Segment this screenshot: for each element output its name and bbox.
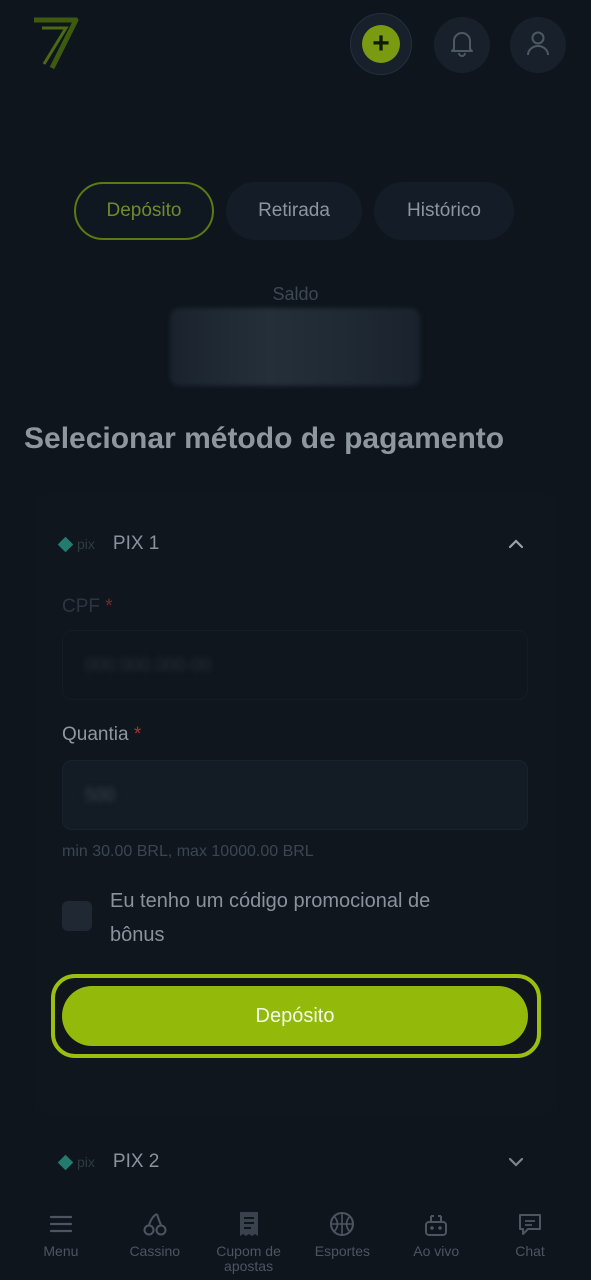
nav-label: Esportes [314,1243,371,1259]
chevron-up-icon[interactable] [504,532,528,556]
nav-label: Cassino [129,1243,181,1259]
promo-code-checkbox[interactable] [62,901,92,931]
cherries-icon [141,1210,169,1238]
tab-historico[interactable]: Histórico [374,182,514,240]
notifications-button[interactable] [434,17,490,73]
cpf-label: CPF * [62,596,113,617]
nav-item-cupom-de-apostas[interactable]: Cupom de apostas [204,1196,294,1274]
deposit-button[interactable]: Depósito [62,986,528,1046]
tab-deposito[interactable]: Depósito [74,182,214,240]
transaction-tabs: Depósito Retirada Histórico [74,182,514,240]
amount-label: Quantia * [62,724,142,745]
cpf-value: 000.000.000-00 [85,654,212,675]
payment-method-pix1[interactable]: pix PIX 1 [57,524,160,564]
balance-value-obscured [170,308,420,386]
nav-label: Menu [43,1243,79,1259]
nav-label: Chat [515,1243,545,1259]
method-name: PIX 2 [112,1151,160,1172]
payment-method-pix2[interactable]: pix PIX 2 [57,1142,160,1182]
method-name: PIX 1 [112,533,160,554]
amount-field[interactable]: 500 [62,760,528,830]
nav-item-chat[interactable]: Chat [485,1196,575,1259]
balance-label: Saldo [272,284,319,304]
user-icon [525,29,551,62]
page-title: Selecionar método de pagamento [24,422,505,455]
tab-retirada[interactable]: Retirada [226,182,362,240]
top-header: + [0,0,591,90]
amount-limits-hint: min 30.00 BRL, max 10000.00 BRL [62,843,314,860]
profile-button[interactable] [510,17,566,73]
chat-icon [516,1210,544,1238]
pix-logo-icon: pix [57,1154,95,1170]
amount-value: 500 [85,784,116,805]
live-icon [422,1210,450,1238]
promo-code-label[interactable]: Eu tenho um código promocional de bônus [110,884,490,952]
bottom-navigation: Menu Cassino Cupom de apostas Esportes A… [0,1196,591,1280]
bell-icon [449,29,475,62]
cpf-field[interactable]: 000.000.000-00 [62,630,528,700]
pix-logo-icon: pix [57,536,95,552]
seven-logo-icon[interactable] [30,16,80,72]
nav-item-menu[interactable]: Menu [16,1196,106,1259]
menu-icon [47,1210,75,1238]
nav-label: Cupom de apostas [216,1243,281,1274]
nav-item-cassino[interactable]: Cassino [110,1196,200,1259]
plus-icon: + [362,25,400,63]
add-funds-button[interactable]: + [350,13,412,75]
receipt-icon [235,1210,263,1238]
nav-label: Ao vivo [413,1243,460,1259]
nav-item-esportes[interactable]: Esportes [297,1196,387,1259]
basketball-icon [328,1210,356,1238]
chevron-down-icon[interactable] [504,1150,528,1174]
nav-item-ao-vivo[interactable]: Ao vivo [391,1196,481,1259]
